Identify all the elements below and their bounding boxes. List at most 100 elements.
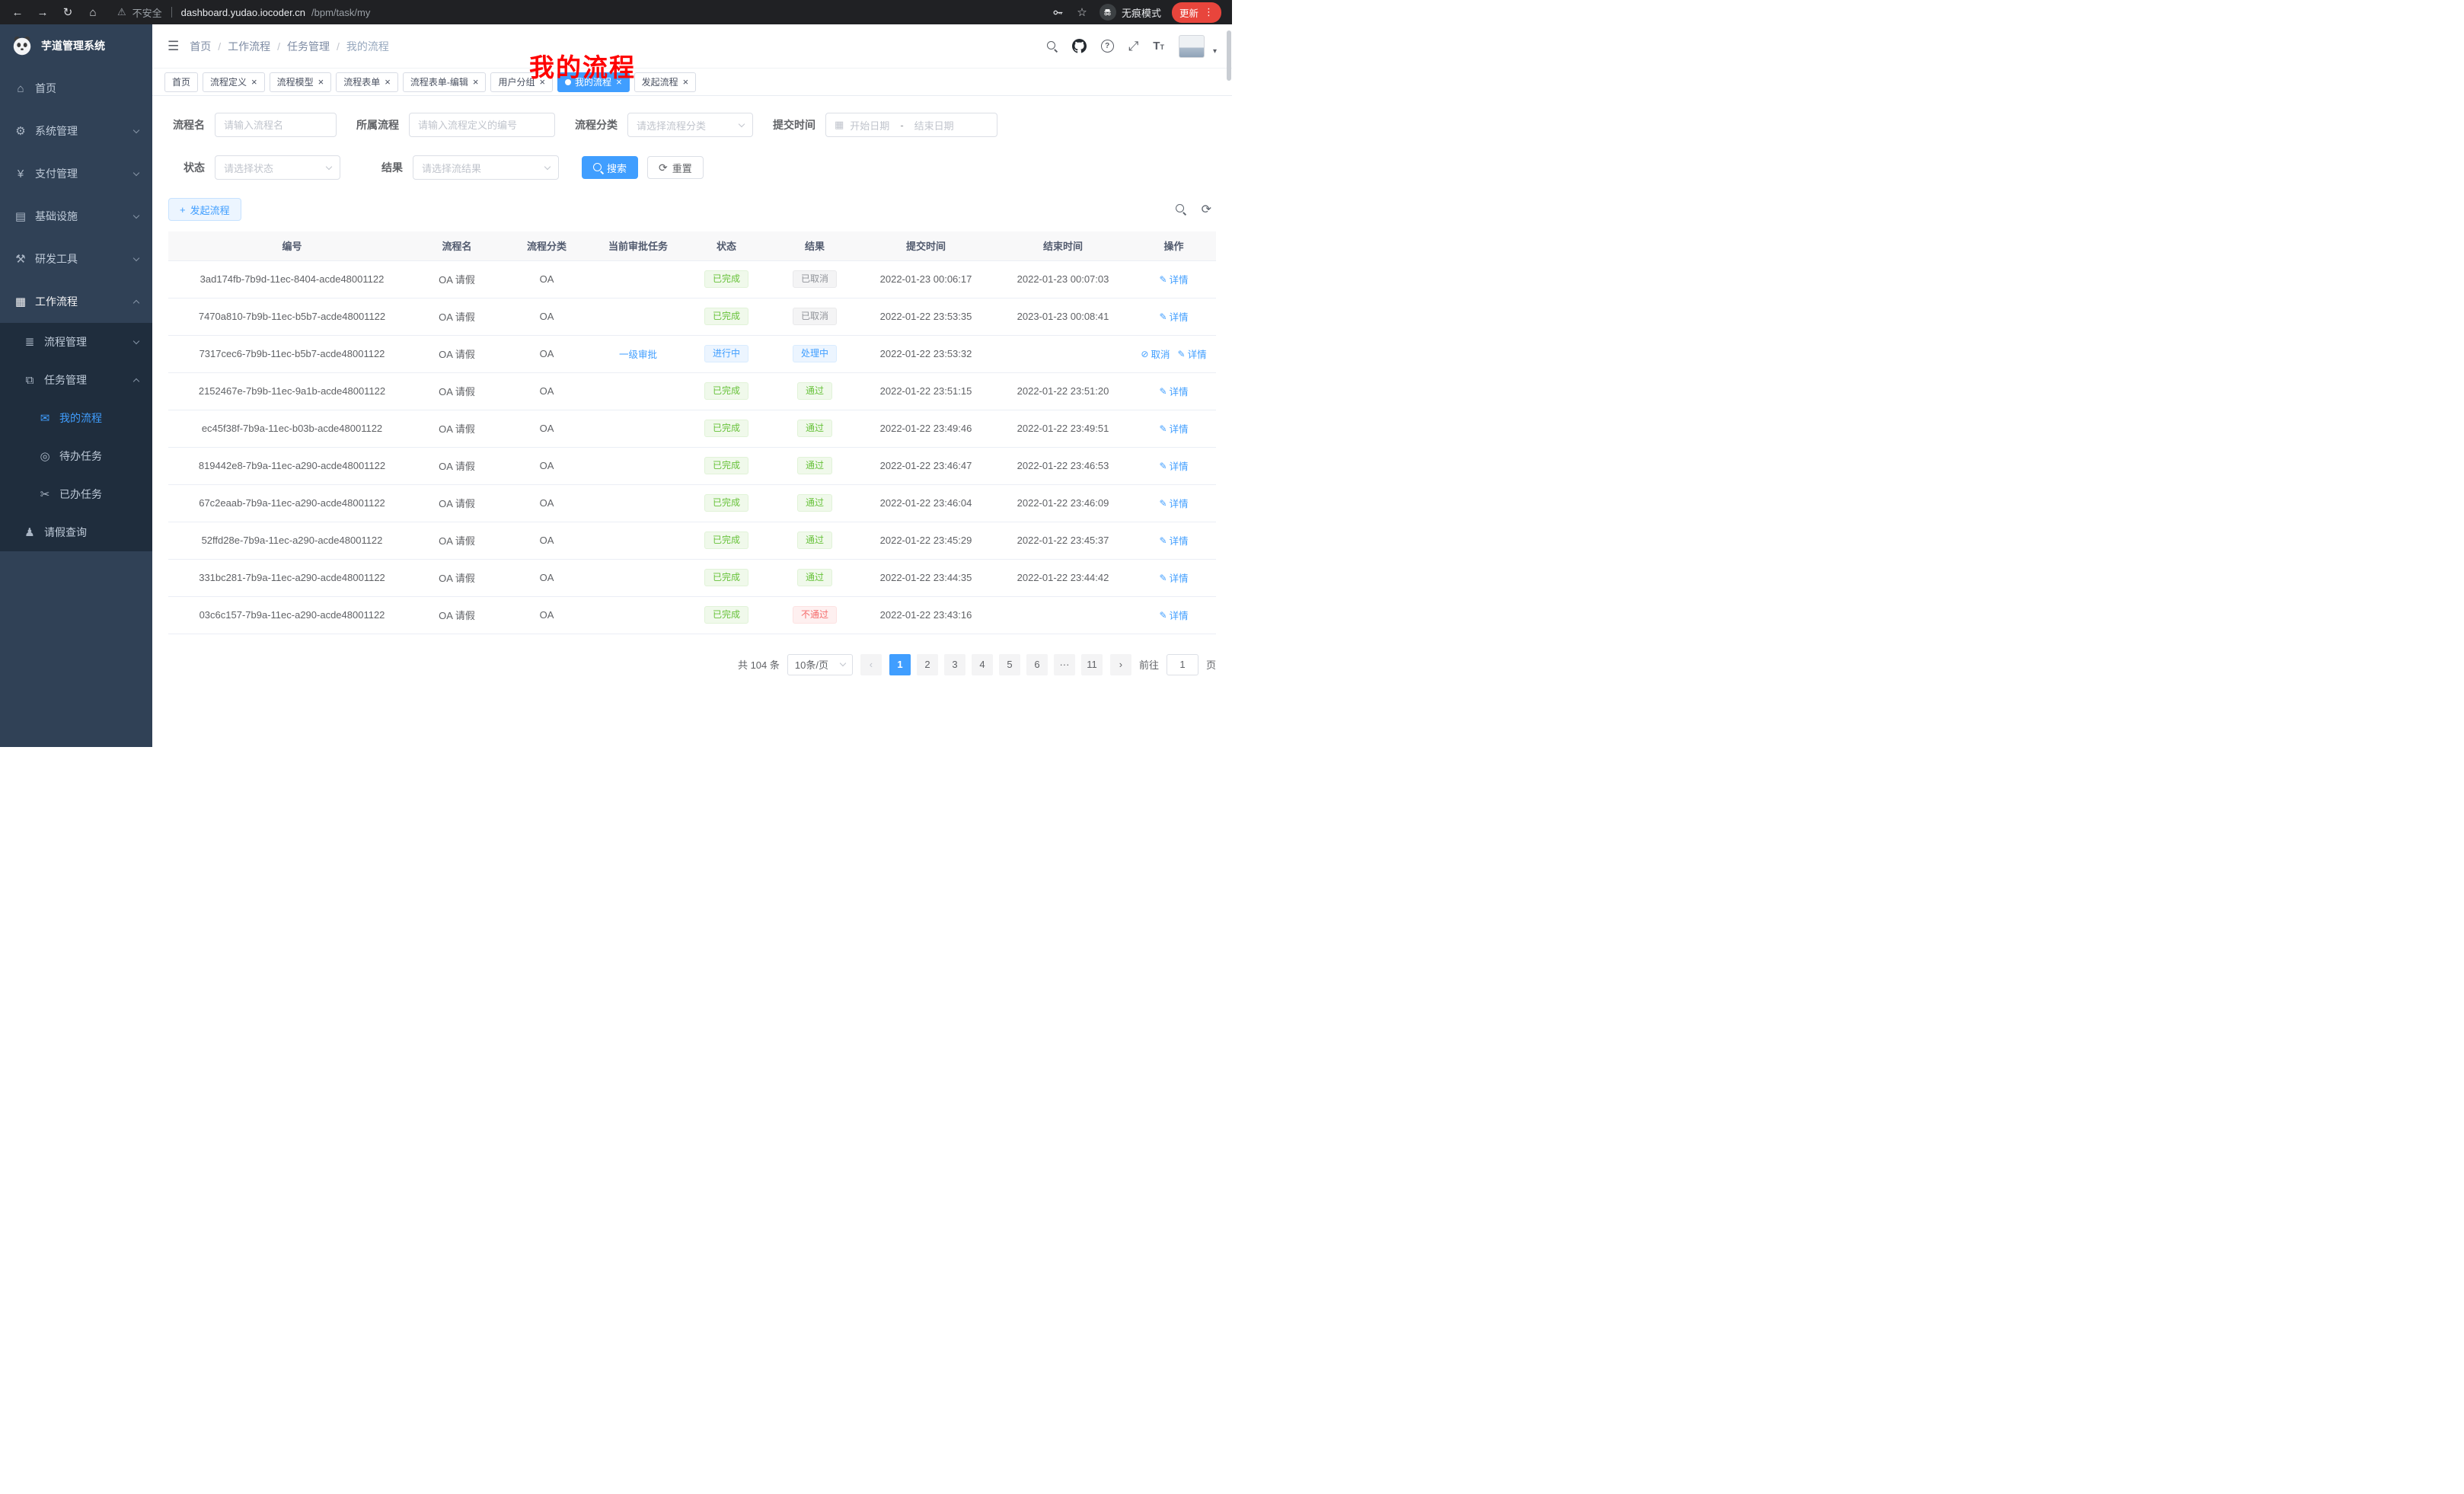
bookmark-star-icon[interactable]: ☆ — [1075, 5, 1089, 19]
key-icon[interactable] — [1052, 6, 1064, 19]
create-process-button[interactable]: + 发起流程 — [168, 198, 241, 221]
pager-page-4[interactable]: 4 — [972, 654, 993, 675]
tab-user-group[interactable]: 用户分组× — [490, 72, 553, 92]
search-icon[interactable] — [1047, 41, 1058, 52]
cell-end-time: 2023-01-23 00:08:41 — [994, 298, 1131, 335]
pager-page-6[interactable]: 6 — [1026, 654, 1048, 675]
font-size-icon[interactable]: TT — [1153, 40, 1164, 53]
sidebar-item-devtools[interactable]: ⚒研发工具 — [0, 238, 152, 280]
column-header: 流程分类 — [498, 231, 595, 260]
row-action-detail[interactable]: ✎详情 — [1159, 309, 1188, 324]
help-icon[interactable]: ? — [1101, 40, 1114, 53]
caret-down-icon[interactable]: ▾ — [1213, 47, 1217, 56]
scrollbar-thumb[interactable] — [1227, 30, 1231, 81]
close-icon[interactable]: × — [251, 77, 257, 87]
sidebar-item-my-process[interactable]: ✉我的流程 — [0, 399, 152, 437]
result-tag: 已取消 — [793, 270, 837, 289]
close-icon[interactable]: × — [616, 77, 622, 87]
cell-status: 已完成 — [681, 447, 772, 484]
page-size-select[interactable]: 10条/页 — [787, 654, 853, 675]
avatar[interactable] — [1179, 35, 1205, 58]
pager-page-11[interactable]: 11 — [1081, 654, 1103, 675]
tab-start-process[interactable]: 发起流程× — [634, 72, 697, 92]
row-action-detail[interactable]: ✎详情 — [1159, 272, 1188, 286]
next-page-button[interactable]: › — [1110, 654, 1131, 675]
breadcrumb-item[interactable]: 首页 — [190, 39, 211, 54]
action-label: 详情 — [1188, 346, 1207, 361]
sidebar-item-label: 我的流程 — [59, 410, 102, 426]
breadcrumb-item[interactable]: 任务管理 — [287, 39, 330, 54]
home-icon[interactable]: ⌂ — [86, 6, 100, 19]
update-button[interactable]: 更新 ⋮ — [1172, 2, 1221, 23]
address-bar[interactable]: ⚠ 不安全 dashboard.yudao.iocoder.cn/bpm/tas… — [111, 2, 1040, 22]
sidebar: 芋道管理系统 ⌂首页⚙系统管理¥支付管理▤基础设施⚒研发工具▦工作流程≣流程管理… — [0, 24, 152, 747]
sidebar-item-payment-manage[interactable]: ¥支付管理 — [0, 152, 152, 195]
row-action-detail[interactable]: ✎详情 — [1178, 346, 1207, 361]
process-name-input[interactable] — [215, 113, 337, 137]
reset-button[interactable]: ⟳ 重置 — [647, 156, 704, 179]
process-category-select[interactable]: 请选择流程分类 — [627, 113, 753, 137]
sidebar-item-task-manage[interactable]: ⧉任务管理 — [0, 361, 152, 399]
sidebar-collapse-icon[interactable]: ☰ — [168, 39, 179, 54]
cell-result: 通过 — [772, 484, 857, 522]
table-row: 3ad174fb-7b9d-11ec-8404-acde48001122OA 请… — [168, 260, 1216, 298]
row-action-detail[interactable]: ✎详情 — [1159, 570, 1188, 585]
row-action-detail[interactable]: ✎详情 — [1159, 384, 1188, 398]
forward-icon[interactable]: → — [36, 6, 49, 19]
cell-end-time: 2022-01-22 23:46:09 — [994, 484, 1131, 522]
tab-process-model[interactable]: 流程模型× — [270, 72, 332, 92]
row-action-detail[interactable]: ✎详情 — [1159, 496, 1188, 510]
close-icon[interactable]: × — [385, 77, 391, 87]
prev-page-button[interactable]: ‹ — [860, 654, 882, 675]
tab-home[interactable]: 首页 — [164, 72, 198, 92]
pager-more-button[interactable]: ··· — [1054, 654, 1075, 675]
status-select[interactable]: 请选择状态 — [215, 155, 340, 180]
pager-page-1[interactable]: 1 — [889, 654, 911, 675]
sidebar-item-process-manage[interactable]: ≣流程管理 — [0, 323, 152, 361]
pager-page-5[interactable]: 5 — [999, 654, 1020, 675]
goto-page-input[interactable] — [1167, 654, 1198, 675]
row-action-cancel[interactable]: ⊘取消 — [1141, 346, 1170, 361]
row-action-detail[interactable]: ✎详情 — [1159, 421, 1188, 436]
table-row: 2152467e-7b9b-11ec-9a1b-acde48001122OA 请… — [168, 372, 1216, 410]
process-definition-input[interactable] — [409, 113, 555, 137]
sidebar-item-home[interactable]: ⌂首页 — [0, 67, 152, 110]
sidebar-item-done-task[interactable]: ✂已办任务 — [0, 475, 152, 513]
pager-page-2[interactable]: 2 — [917, 654, 938, 675]
row-action-detail[interactable]: ✎详情 — [1159, 533, 1188, 547]
result-select[interactable]: 请选择流结果 — [413, 155, 559, 180]
cell-actions: ✎详情 — [1131, 447, 1216, 484]
column-header: 状态 — [681, 231, 772, 260]
table-refresh-icon[interactable]: ⟳ — [1202, 202, 1211, 217]
sidebar-item-label: 支付管理 — [35, 166, 78, 181]
sidebar-item-todo-task[interactable]: ◎待办任务 — [0, 437, 152, 475]
breadcrumb-item[interactable]: 工作流程 — [228, 39, 270, 54]
tab-my-process[interactable]: 我的流程× — [557, 72, 630, 92]
table-search-icon[interactable] — [1176, 204, 1186, 215]
search-button[interactable]: 搜索 — [582, 156, 638, 179]
tab-process-form[interactable]: 流程表单× — [336, 72, 398, 92]
row-action-detail[interactable]: ✎详情 — [1159, 458, 1188, 473]
submit-time-range-picker[interactable]: ▦ 开始日期 - 结束日期 — [825, 113, 997, 137]
close-icon[interactable]: × — [318, 77, 324, 87]
sidebar-item-system-manage[interactable]: ⚙系统管理 — [0, 110, 152, 152]
sidebar-item-infrastructure[interactable]: ▤基础设施 — [0, 195, 152, 238]
current-task-link[interactable]: 一级审批 — [619, 346, 657, 361]
row-action-detail[interactable]: ✎详情 — [1159, 608, 1188, 622]
pager-page-3[interactable]: 3 — [944, 654, 965, 675]
tab-process-definition[interactable]: 流程定义× — [203, 72, 265, 92]
sidebar-item-workflow[interactable]: ▦工作流程 — [0, 280, 152, 323]
result-tag: 通过 — [797, 494, 832, 512]
fullscreen-icon[interactable]: ⤢ — [1128, 39, 1139, 54]
reload-icon[interactable]: ↻ — [61, 5, 75, 19]
close-icon[interactable]: × — [539, 77, 545, 87]
back-icon[interactable]: ← — [11, 6, 24, 19]
close-icon[interactable]: × — [473, 77, 479, 87]
tab-process-form-edit[interactable]: 流程表单-编辑× — [403, 72, 487, 92]
cell-process-name: OA 请假 — [416, 522, 498, 559]
github-icon[interactable] — [1072, 39, 1087, 53]
menu-dots-icon[interactable]: ⋮ — [1204, 6, 1214, 18]
sidebar-item-leave-query[interactable]: ♟请假查询 — [0, 513, 152, 551]
cell-result: 通过 — [772, 410, 857, 447]
close-icon[interactable]: × — [683, 77, 689, 87]
